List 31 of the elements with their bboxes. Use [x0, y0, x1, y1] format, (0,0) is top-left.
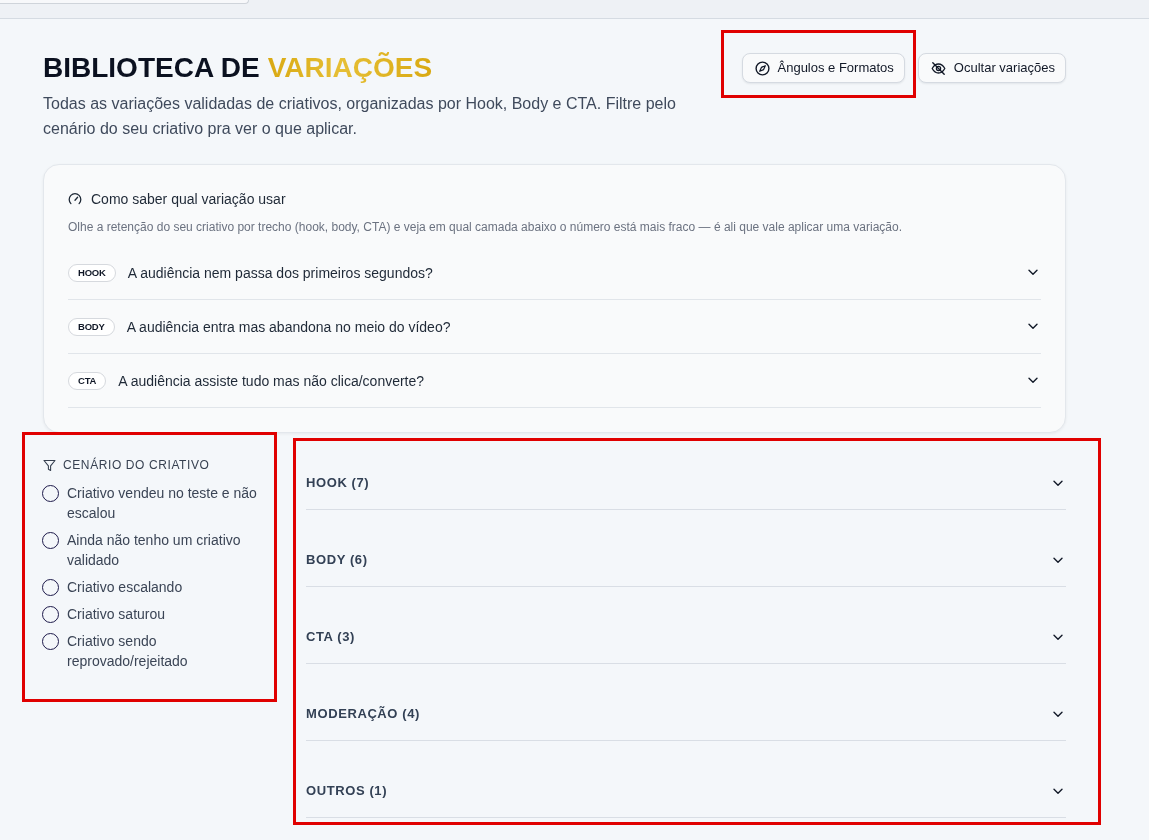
option-label: Criativo sendo reprovado/rejeitado — [67, 632, 189, 671]
compass-icon — [754, 60, 770, 76]
question-text: A audiência entra mas abandona no meio do vídeo? — [126, 317, 451, 337]
eye-off-icon — [930, 60, 946, 76]
header-button[interactable]: Ângulos e Formatos — [741, 53, 905, 83]
guide-title: Como saber qual variação usar — [91, 190, 286, 209]
question-row[interactable]: CTA A audiência assiste tudo mas não clica/converte? — [68, 354, 1041, 408]
question-text: A audiência assiste tudo mas não clica/converte? — [118, 371, 425, 391]
gauge-icon — [68, 192, 82, 206]
layer-tag: BODY — [68, 317, 115, 336]
header-button[interactable]: Ocultar variações — [917, 53, 1066, 83]
guide-description: Olhe a retenção do seu criativo por trecho (hook, body, CTA) e veja em qual camada abaixo o número está mais fraco — é ali que vale aplicar uma variação. — [68, 219, 903, 236]
layer-tag: HOOK — [68, 263, 116, 282]
question-row[interactable]: HOOK A audiência nem passa dos primeiros segundos? — [68, 246, 1041, 300]
question-row[interactable]: BODY A audiência entra mas abandona no meio do vídeo? — [68, 300, 1041, 354]
section-header[interactable]: BODY (6) — [306, 510, 1066, 587]
option-label: Criativo escalando — [67, 578, 183, 597]
option-label: Criativo saturou — [67, 605, 166, 624]
filter-icon — [43, 458, 56, 472]
section-header[interactable]: CTA (3) — [306, 587, 1066, 664]
question-text: A audiência nem passa dos primeiros segundos? — [127, 263, 433, 283]
section-header[interactable]: OUTROS (1) — [306, 741, 1066, 818]
option-label: Ainda não tenho um criativo validado — [67, 531, 242, 570]
page-subtitle: Todas as variações validadas de criativos, organizadas por Hook, Body e CTA. Filtre pelo cenário do seu criativo pra ver o que aplicar. — [43, 94, 677, 139]
page-title: BIBLIOTECA DE — [43, 51, 260, 85]
page-title-highlight: VARIAÇÕES — [267, 51, 433, 85]
section-header[interactable]: HOOK (7) — [306, 433, 1066, 510]
layer-tag: CTA — [68, 371, 107, 390]
section-header[interactable]: MODERAÇÃO (4) — [306, 664, 1066, 741]
option-label: Criativo vendeu no teste e não escalou — [67, 484, 258, 523]
filter-heading: CENÁRIO DO CRIATIVO — [63, 457, 210, 473]
